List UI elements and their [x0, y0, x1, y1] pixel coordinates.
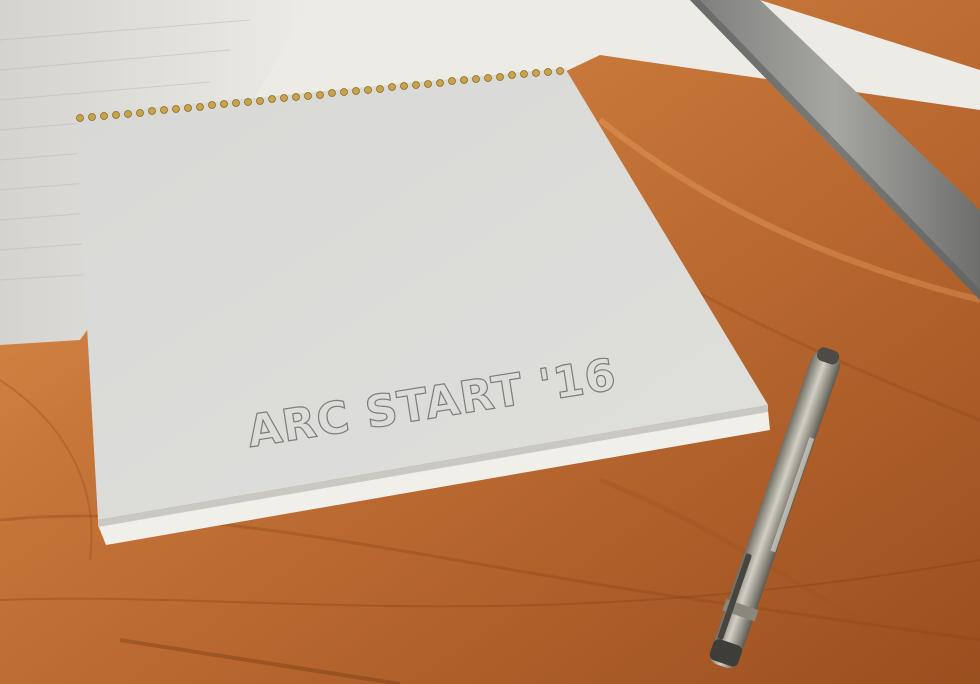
photo-scene: ARC START '16: [0, 0, 980, 684]
photo-svg: ARC START '16: [0, 0, 980, 684]
